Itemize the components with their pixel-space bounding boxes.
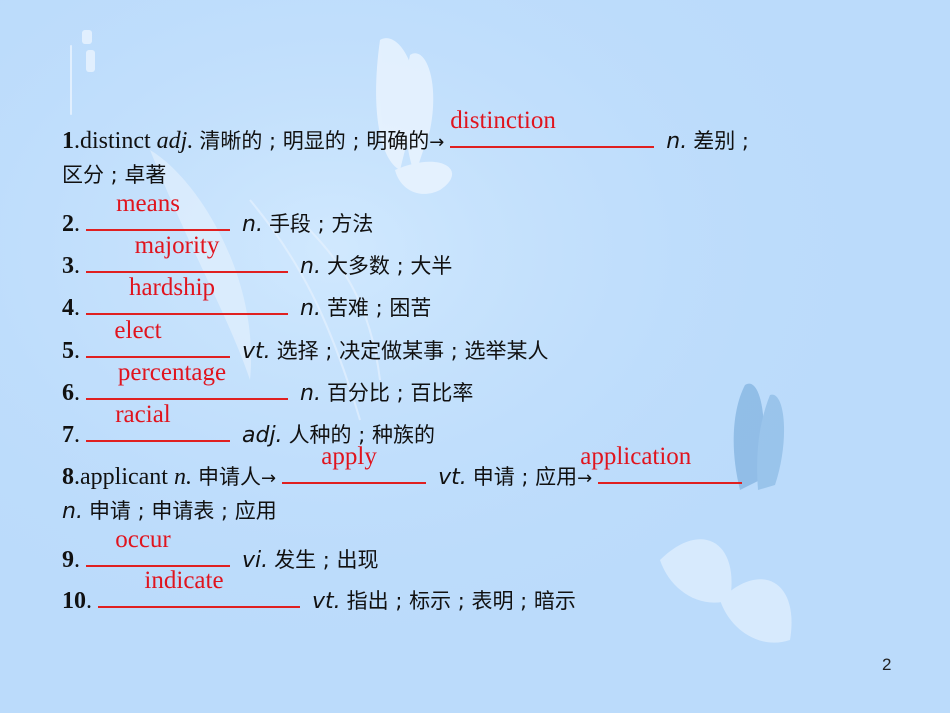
headword: distinct [80,128,151,154]
answer-blank[interactable]: apply [282,443,427,484]
answer-text: elect [114,317,162,344]
item-number: 7 [62,422,74,448]
meaning: 百分比 ; 百比率 [326,381,474,405]
answer-blank[interactable]: means [86,190,230,231]
answer-text: means [116,190,180,217]
answer-text: majority [134,232,220,259]
meaning: 苦难 ; 困苦 [326,296,432,320]
answer-blank[interactable]: hardship [86,274,288,315]
item-number: 2 [62,211,74,237]
page-number: 2 [882,655,892,674]
arrow-icon: → [260,468,277,489]
answer-text: racial [115,401,171,428]
item-number: 1 [62,128,74,154]
item-8-continued: n. 申请 ; 申请表 ; 应用 [62,496,277,527]
item-1-continued: 区分 ; 卓著 [62,160,166,190]
headword-meaning: 清晰的 ; 明显的 ; 明确的 [199,129,430,153]
answer-blank[interactable]: majority [86,232,288,273]
answer-blank[interactable]: percentage [86,359,288,400]
part-of-speech: vt. [438,465,467,490]
meaning: 发生 ; 出现 [274,548,379,572]
answer-blank[interactable]: racial [86,401,230,442]
item-number: 3 [62,253,74,279]
headword: applicant [80,464,168,490]
meaning: 差别 ; [693,129,749,153]
answer-blank[interactable]: indicate [98,567,300,608]
answer-blank[interactable]: distinction [450,107,655,148]
part-of-speech: n. [300,381,321,406]
item-number: 9 [62,547,74,573]
headword-meaning: 申请人 [197,465,261,489]
item-number: 8 [62,464,74,490]
answer-text: apply [321,443,377,470]
part-of-speech: n. [300,296,321,321]
part-of-speech: n. [62,499,83,524]
item-number: 5 [62,338,74,364]
item-1: 1.distinct adj. 清晰的 ; 明显的 ; 明确的→ distinc… [62,107,749,154]
item-number: 6 [62,380,74,406]
item-10: 10. indicate vt. 指出 ; 标示 ; 表明 ; 暗示 [62,567,576,614]
answer-text: application [580,443,692,470]
meaning: 指出 ; 标示 ; 表明 ; 暗示 [346,589,576,613]
meaning: 申请 ; 申请表 ; 应用 [88,499,277,523]
arrow-icon: → [429,132,445,153]
meaning: 选择 ; 决定做某事 ; 选举某人 [276,339,549,363]
meaning: 区分 ; 卓著 [62,163,167,187]
part-of-speech: n. [300,254,321,279]
part-of-speech: n. [666,129,688,154]
part-of-speech: vt. [312,589,341,614]
item-number: 10 [62,588,86,614]
answer-blank[interactable]: elect [86,317,230,358]
answer-text: indicate [144,567,224,594]
answer-text: distinction [450,107,556,134]
headword-pos: n. [173,464,192,490]
answer-text: percentage [117,359,227,386]
answer-blank[interactable]: occur [86,526,230,567]
meaning: 手段 ; 方法 [268,212,374,236]
item-8: 8.applicant n. 申请人→ apply vt. 申请 ; 应用→ a… [62,443,743,494]
item-number: 4 [62,295,74,321]
answer-blank[interactable]: application [580,443,743,484]
answer-text: hardship [128,274,216,301]
answer-text: occur [115,526,171,553]
meaning: 申请 ; 应用 [472,465,578,489]
part-of-speech: adj. [242,423,283,448]
meaning: 大多数 ; 大半 [326,254,453,278]
headword-pos: adj. [156,128,194,154]
